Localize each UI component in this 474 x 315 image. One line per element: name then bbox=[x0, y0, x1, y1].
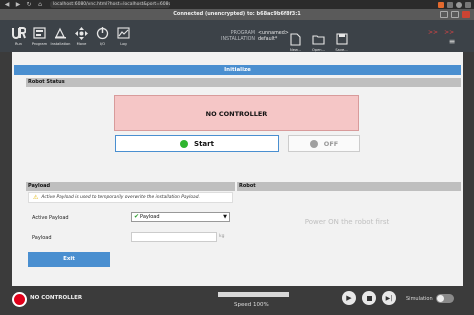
initialize-screen: Initialize Robot Status NO CONTROLLER St… bbox=[12, 52, 463, 286]
toolbar-io[interactable]: I/O bbox=[92, 20, 113, 52]
window-title: Connected (unencrypted) to: b68ac9b6f8f3… bbox=[173, 11, 301, 17]
profile-icon[interactable] bbox=[456, 1, 462, 8]
menu-icon[interactable] bbox=[465, 1, 471, 8]
play-icon: ▶ bbox=[346, 294, 352, 302]
payload-unit: kg bbox=[219, 234, 225, 239]
robot-header: Robot bbox=[237, 182, 461, 191]
vnc-title-bar: Connected (unencrypted) to: b68ac9b6f8f3… bbox=[0, 9, 474, 20]
safety-flag-icon: >> bbox=[428, 29, 439, 36]
new-file-icon bbox=[289, 32, 303, 46]
speed-fill bbox=[218, 292, 289, 297]
log-icon bbox=[117, 26, 131, 40]
toolbar-label: Installation bbox=[50, 42, 71, 46]
controller-status-banner: NO CONTROLLER bbox=[114, 95, 359, 131]
url-bar[interactable]: localhost:6080/vnc.html?host=localhost&p… bbox=[50, 1, 170, 8]
emergency-stop-icon[interactable] bbox=[12, 292, 27, 307]
move-icon bbox=[75, 26, 89, 40]
step-button[interactable]: ▶| bbox=[382, 291, 396, 305]
maximize-button[interactable] bbox=[451, 11, 459, 18]
start-button[interactable]: Start bbox=[115, 135, 279, 152]
status-dot-icon bbox=[180, 139, 189, 148]
reload-icon[interactable]: ↻ bbox=[25, 1, 33, 9]
io-icon bbox=[96, 26, 110, 40]
chevron-down-icon: ▼ bbox=[223, 214, 227, 220]
save-icon bbox=[335, 32, 349, 46]
footer-status: NO CONTROLLER bbox=[30, 295, 83, 301]
active-payload-value: Payload bbox=[140, 214, 160, 220]
toolbar-label: Log bbox=[120, 42, 127, 46]
folder-icon bbox=[312, 32, 326, 46]
forward-icon[interactable]: ▶ bbox=[14, 1, 22, 9]
status-dot-icon bbox=[309, 139, 318, 148]
speed-slider[interactable] bbox=[218, 292, 289, 297]
close-button[interactable] bbox=[462, 11, 470, 18]
footer-bar: NO CONTROLLER Speed 100% ▶ ▶| Simulation bbox=[0, 286, 474, 315]
program-info: PROGRAM <unnamed> INSTALLATION default* bbox=[205, 31, 289, 43]
extension-icon[interactable] bbox=[438, 1, 444, 8]
step-icon: ▶| bbox=[385, 294, 393, 302]
simulation-label: Simulation bbox=[406, 296, 433, 302]
installation-value: default* bbox=[258, 37, 278, 42]
installation-icon bbox=[54, 26, 68, 40]
bookmark-icon[interactable] bbox=[447, 1, 453, 8]
toolbar-program[interactable]: Program bbox=[29, 20, 50, 52]
exit-button[interactable]: Exit bbox=[28, 252, 110, 267]
payload-label: Payload bbox=[32, 235, 52, 241]
off-button[interactable]: OFF bbox=[288, 135, 360, 152]
stop-icon bbox=[366, 295, 372, 301]
browser-bar: ◀ ▶ ↻ ⌂ localhost:6080/vnc.html?host=loc… bbox=[0, 0, 474, 9]
start-label: Start bbox=[194, 139, 214, 148]
payload-info-text: Active Payload is used to temporarily ov… bbox=[41, 195, 200, 200]
checkmark-icon: ✔ bbox=[134, 213, 140, 220]
initialize-header: Initialize bbox=[14, 65, 461, 75]
minimize-button[interactable] bbox=[440, 11, 448, 18]
toolbar-label: I/O bbox=[99, 42, 106, 46]
speed-label: Speed 100% bbox=[234, 302, 269, 308]
toolbar-run[interactable]: Run bbox=[8, 20, 29, 52]
toolbar-log[interactable]: Log bbox=[113, 20, 134, 52]
warning-icon: ⚠ bbox=[33, 194, 39, 201]
simulation-toggle[interactable] bbox=[436, 294, 454, 303]
toolbar-move[interactable]: Move bbox=[71, 20, 92, 52]
stop-button[interactable] bbox=[362, 291, 376, 305]
toolbar-label: Program bbox=[31, 42, 48, 46]
play-button[interactable]: ▶ bbox=[342, 291, 356, 305]
top-toolbar: Run Program Installation Move I/O Log PR… bbox=[0, 20, 474, 52]
power-on-message: Power ON the robot first bbox=[304, 218, 390, 226]
safety-flag-icon: >> bbox=[444, 29, 455, 36]
toolbar-label: Move bbox=[76, 42, 87, 46]
off-label: OFF bbox=[323, 139, 339, 148]
menu-hamburger-icon[interactable]: ≡ bbox=[446, 36, 458, 48]
payload-input[interactable] bbox=[131, 232, 217, 242]
robot-status-header: Robot Status bbox=[26, 78, 461, 87]
payload-info: ⚠ Active Payload is used to temporarily … bbox=[28, 192, 233, 203]
installation-key: INSTALLATION bbox=[221, 37, 255, 42]
toolbar-installation[interactable]: Installation bbox=[50, 20, 71, 52]
home-icon[interactable]: ⌂ bbox=[36, 1, 44, 9]
ur-logo-icon bbox=[11, 26, 26, 40]
back-icon[interactable]: ◀ bbox=[3, 1, 11, 9]
active-payload-label: Active Payload bbox=[32, 215, 69, 221]
toolbar-label: Run bbox=[15, 42, 22, 46]
program-icon bbox=[33, 26, 47, 40]
safety-indicators: >> >> bbox=[428, 29, 454, 36]
payload-header: Payload bbox=[26, 182, 235, 191]
active-payload-select[interactable]: ✔ Payload ▼ bbox=[131, 212, 230, 222]
